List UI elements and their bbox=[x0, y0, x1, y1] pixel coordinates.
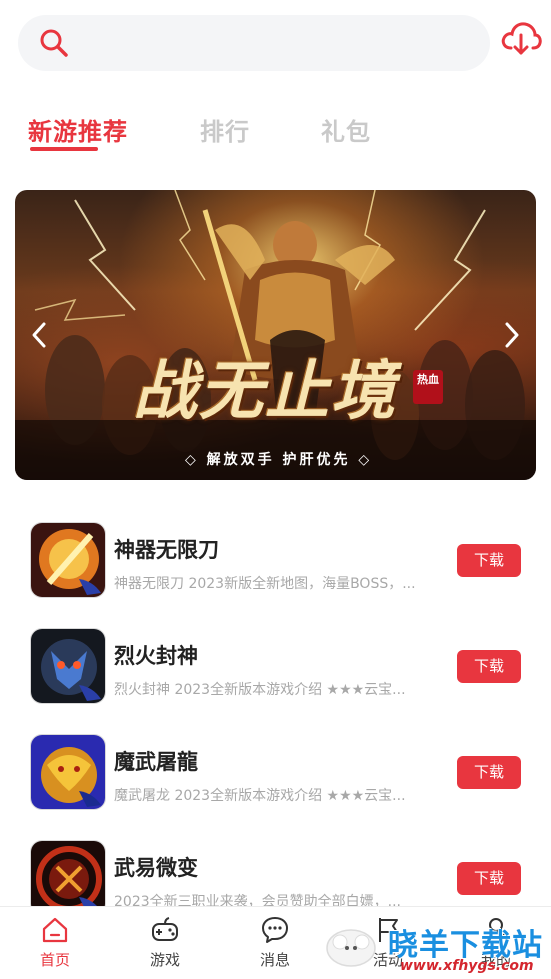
search-input[interactable] bbox=[18, 15, 490, 71]
game-name: 烈火封神 bbox=[114, 644, 198, 668]
game-description: 神器无限刀 2023新版全新地图，海量BOSS，... bbox=[114, 576, 416, 592]
gamepad-icon bbox=[152, 917, 178, 941]
list-item[interactable]: 神器无限刀 神器无限刀 2023新版全新地图，海量BOSS，... 下载 bbox=[0, 516, 551, 602]
top-bar bbox=[0, 0, 551, 90]
banner-carousel[interactable]: 战无止境 热血 ◇ 解放双手 护肝优先 ◇ bbox=[15, 190, 536, 480]
game-icon bbox=[30, 840, 106, 916]
watermark: 晓羊下载站 www.xfhygs.com bbox=[322, 918, 551, 979]
game-name: 武易微变 bbox=[114, 856, 198, 880]
nav-item-messages[interactable]: 消息 bbox=[235, 915, 315, 970]
banner-badge: 热血 bbox=[413, 370, 443, 404]
chevron-right-icon[interactable] bbox=[502, 320, 522, 350]
banner-subtitle: ◇ 解放双手 护肝优先 ◇ bbox=[185, 452, 373, 468]
chevron-left-icon[interactable] bbox=[29, 320, 49, 350]
tab-active-indicator bbox=[30, 147, 98, 151]
tab-bar: 新游推荐 排行 礼包 bbox=[0, 100, 551, 160]
banner-title: 战无止境 bbox=[133, 354, 397, 429]
game-name: 魔武屠龍 bbox=[114, 750, 198, 774]
chat-bubble-icon bbox=[262, 917, 288, 943]
game-icon bbox=[30, 522, 106, 598]
game-description: 魔武屠龙 2023全新版本游戏介绍 ★★★云宝... bbox=[114, 788, 406, 804]
home-icon bbox=[42, 917, 68, 943]
tab-ranking[interactable]: 排行 bbox=[200, 112, 250, 147]
tab-new-games[interactable]: 新游推荐 bbox=[28, 112, 128, 147]
nav-label: 消息 bbox=[259, 951, 290, 969]
nav-label: 游戏 bbox=[149, 951, 180, 969]
search-icon bbox=[40, 29, 68, 57]
nav-item-games[interactable]: 游戏 bbox=[125, 915, 205, 970]
banner-artwork bbox=[15, 190, 536, 480]
nav-item-home[interactable]: 首页 bbox=[15, 915, 95, 970]
list-item[interactable]: 烈火封神 烈火封神 2023全新版本游戏介绍 ★★★云宝... 下载 bbox=[0, 622, 551, 708]
game-icon bbox=[30, 734, 106, 810]
tab-gifts[interactable]: 礼包 bbox=[321, 112, 371, 147]
list-item[interactable]: 魔武屠龍 魔武屠龙 2023全新版本游戏介绍 ★★★云宝... 下载 bbox=[0, 728, 551, 814]
nav-label: 首页 bbox=[39, 951, 70, 969]
download-button[interactable]: 下载 bbox=[457, 544, 521, 577]
game-icon bbox=[30, 628, 106, 704]
download-button[interactable]: 下载 bbox=[457, 650, 521, 683]
download-button[interactable]: 下载 bbox=[457, 756, 521, 789]
watermark-url: www.xfhygs.com bbox=[400, 958, 534, 974]
sheep-logo-icon bbox=[326, 929, 376, 967]
game-name: 神器无限刀 bbox=[114, 538, 219, 562]
game-description: 烈火封神 2023全新版本游戏介绍 ★★★云宝... bbox=[114, 682, 406, 698]
download-button[interactable]: 下载 bbox=[457, 862, 521, 895]
cloud-download-icon[interactable] bbox=[500, 18, 542, 58]
